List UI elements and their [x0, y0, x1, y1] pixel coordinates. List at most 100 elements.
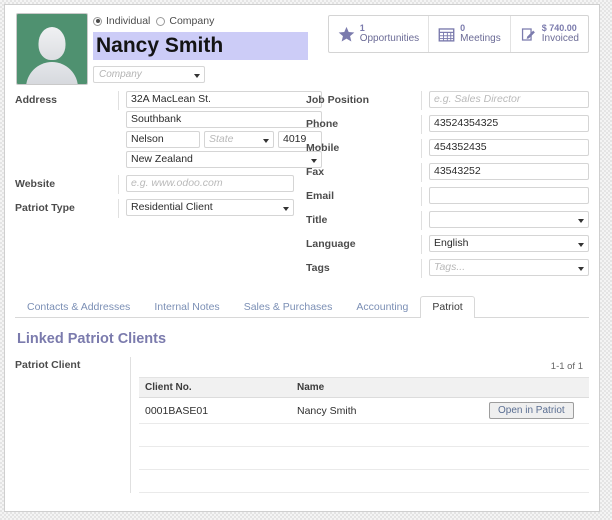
table-header: Client No. Name: [139, 378, 589, 398]
job-position-input[interactable]: e.g. Sales Director: [429, 91, 589, 108]
stat-opportunities-value: 1: [359, 23, 365, 34]
fax-input[interactable]: 43543252: [429, 163, 589, 180]
cell-empty: [483, 469, 589, 493]
tab-patriot[interactable]: Patriot: [420, 296, 475, 318]
field-email: Email: [306, 187, 589, 207]
address-controls: 32A MacLean St. Southbank Nelson State 4…: [119, 91, 322, 171]
field-job-position: Job Position e.g. Sales Director: [306, 91, 589, 111]
radio-company-icon[interactable]: [156, 16, 166, 26]
patriot-type-control: Residential Client: [119, 199, 294, 219]
pager-counter[interactable]: 1-1 of 1: [139, 357, 589, 377]
label-insert-new-patriot-client: Insert New Patriot Client: [15, 511, 131, 512]
stat-meetings-text: 0 Meetings: [460, 23, 501, 45]
cell-client-no: 0001BASE01: [139, 397, 291, 424]
field-website: Website e.g. www.odoo.com: [15, 175, 294, 195]
label-mobile: Mobile: [306, 139, 422, 158]
tab-internal-notes[interactable]: Internal Notes: [142, 296, 231, 318]
field-mobile: Mobile 454352435: [306, 139, 589, 159]
stat-invoiced-text: $ 740.00 Invoiced: [542, 23, 579, 45]
radio-option-company[interactable]: Company: [156, 15, 214, 27]
fax-control: 43543252: [422, 163, 589, 183]
tags-control: Tags...: [422, 259, 589, 279]
partner-type-radio-group[interactable]: Individual Company: [93, 14, 308, 28]
form-column-left: Address 32A MacLean St. Southbank Nelson…: [15, 91, 322, 283]
stat-invoiced-value: $ 740.00: [541, 23, 577, 34]
website-input[interactable]: e.g. www.odoo.com: [126, 175, 294, 192]
avatar-body-shape: [26, 62, 78, 84]
email-control: [422, 187, 589, 207]
email-input[interactable]: [429, 187, 589, 204]
stat-button-meetings[interactable]: 0 Meetings: [429, 16, 511, 52]
contact-name-input[interactable]: Nancy Smith: [93, 32, 308, 60]
app-background: Individual Company Nancy Smith Company 1…: [0, 0, 612, 520]
stat-opportunities-label: Opportunities: [359, 33, 420, 45]
calendar-icon: [438, 26, 455, 43]
label-email: Email: [306, 187, 422, 206]
chevron-down-icon: [578, 242, 584, 247]
tags-select-value: Tags...: [434, 261, 466, 273]
table-row-empty[interactable]: [139, 469, 589, 493]
chevron-down-icon: [578, 218, 584, 223]
patriot-type-select[interactable]: Residential Client: [126, 199, 294, 216]
language-select[interactable]: English: [429, 235, 589, 252]
table-row-empty[interactable]: [139, 423, 589, 447]
edit-document-icon: [520, 26, 537, 43]
form-sheet: Individual Company Nancy Smith Company 1…: [4, 4, 600, 512]
field-title: Title: [306, 211, 589, 231]
label-phone: Phone: [306, 115, 422, 134]
chevron-down-icon: [311, 158, 317, 163]
cell-empty: [139, 446, 291, 470]
cell-name: Nancy Smith: [291, 397, 483, 424]
chevron-down-icon: [263, 138, 269, 143]
stat-button-opportunities[interactable]: 1 Opportunities: [329, 16, 430, 52]
street-input[interactable]: 32A MacLean St.: [126, 91, 322, 108]
patriot-clients-table: Client No. Name 0001BASE01 Nancy Smith O…: [139, 378, 589, 493]
state-select-value: State: [209, 133, 234, 145]
column-header-client-no[interactable]: Client No.: [139, 378, 291, 398]
chevron-down-icon: [283, 206, 289, 211]
title-control: [422, 211, 589, 231]
tags-select[interactable]: Tags...: [429, 259, 589, 276]
field-tags: Tags Tags...: [306, 259, 589, 279]
radio-company-label: Company: [169, 15, 215, 27]
stat-meetings-label: Meetings: [460, 33, 501, 45]
table-body: 0001BASE01 Nancy Smith Open in Patriot: [139, 397, 589, 493]
column-header-action: [483, 378, 589, 398]
tab-accounting[interactable]: Accounting: [344, 296, 420, 318]
column-header-name[interactable]: Name: [291, 378, 483, 398]
tab-contacts-addresses[interactable]: Contacts & Addresses: [15, 296, 142, 318]
label-language: Language: [306, 235, 422, 254]
stat-invoiced-label: Invoiced: [541, 33, 579, 45]
stat-button-invoiced[interactable]: $ 740.00 Invoiced: [511, 16, 588, 52]
label-website: Website: [15, 175, 119, 194]
website-control: e.g. www.odoo.com: [119, 175, 294, 195]
radio-option-individual[interactable]: Individual: [93, 15, 150, 27]
table-row[interactable]: 0001BASE01 Nancy Smith Open in Patriot: [139, 397, 589, 424]
section-title-linked-patriot-clients: Linked Patriot Clients: [17, 331, 167, 347]
table-header-row: Client No. Name: [139, 378, 589, 398]
company-select[interactable]: Company: [93, 66, 205, 83]
country-select-value: New Zealand: [131, 153, 193, 165]
country-select[interactable]: New Zealand: [126, 151, 322, 168]
cell-empty: [291, 423, 483, 447]
insert-new-patriot-client-field: Insert New Patriot Client: [15, 511, 589, 512]
open-in-patriot-button[interactable]: Open in Patriot: [489, 402, 574, 419]
cell-empty: [483, 446, 589, 470]
field-fax: Fax 43543252: [306, 163, 589, 183]
title-select[interactable]: [429, 211, 589, 228]
label-patriot-type: Patriot Type: [15, 199, 119, 218]
state-select[interactable]: State: [204, 131, 274, 148]
label-fax: Fax: [306, 163, 422, 182]
avatar-head-shape: [38, 27, 66, 60]
avatar[interactable]: [16, 13, 88, 85]
phone-input[interactable]: 43524354325: [429, 115, 589, 132]
stat-meetings-value: 0: [460, 23, 466, 34]
phone-control: 43524354325: [422, 115, 589, 135]
radio-individual-icon[interactable]: [93, 16, 102, 26]
table-row-empty[interactable]: [139, 446, 589, 470]
job-position-control: e.g. Sales Director: [422, 91, 589, 111]
street2-input[interactable]: Southbank: [126, 111, 322, 128]
city-input[interactable]: Nelson: [126, 131, 200, 148]
mobile-input[interactable]: 454352435: [429, 139, 589, 156]
tab-sales-purchases[interactable]: Sales & Purchases: [232, 296, 345, 318]
